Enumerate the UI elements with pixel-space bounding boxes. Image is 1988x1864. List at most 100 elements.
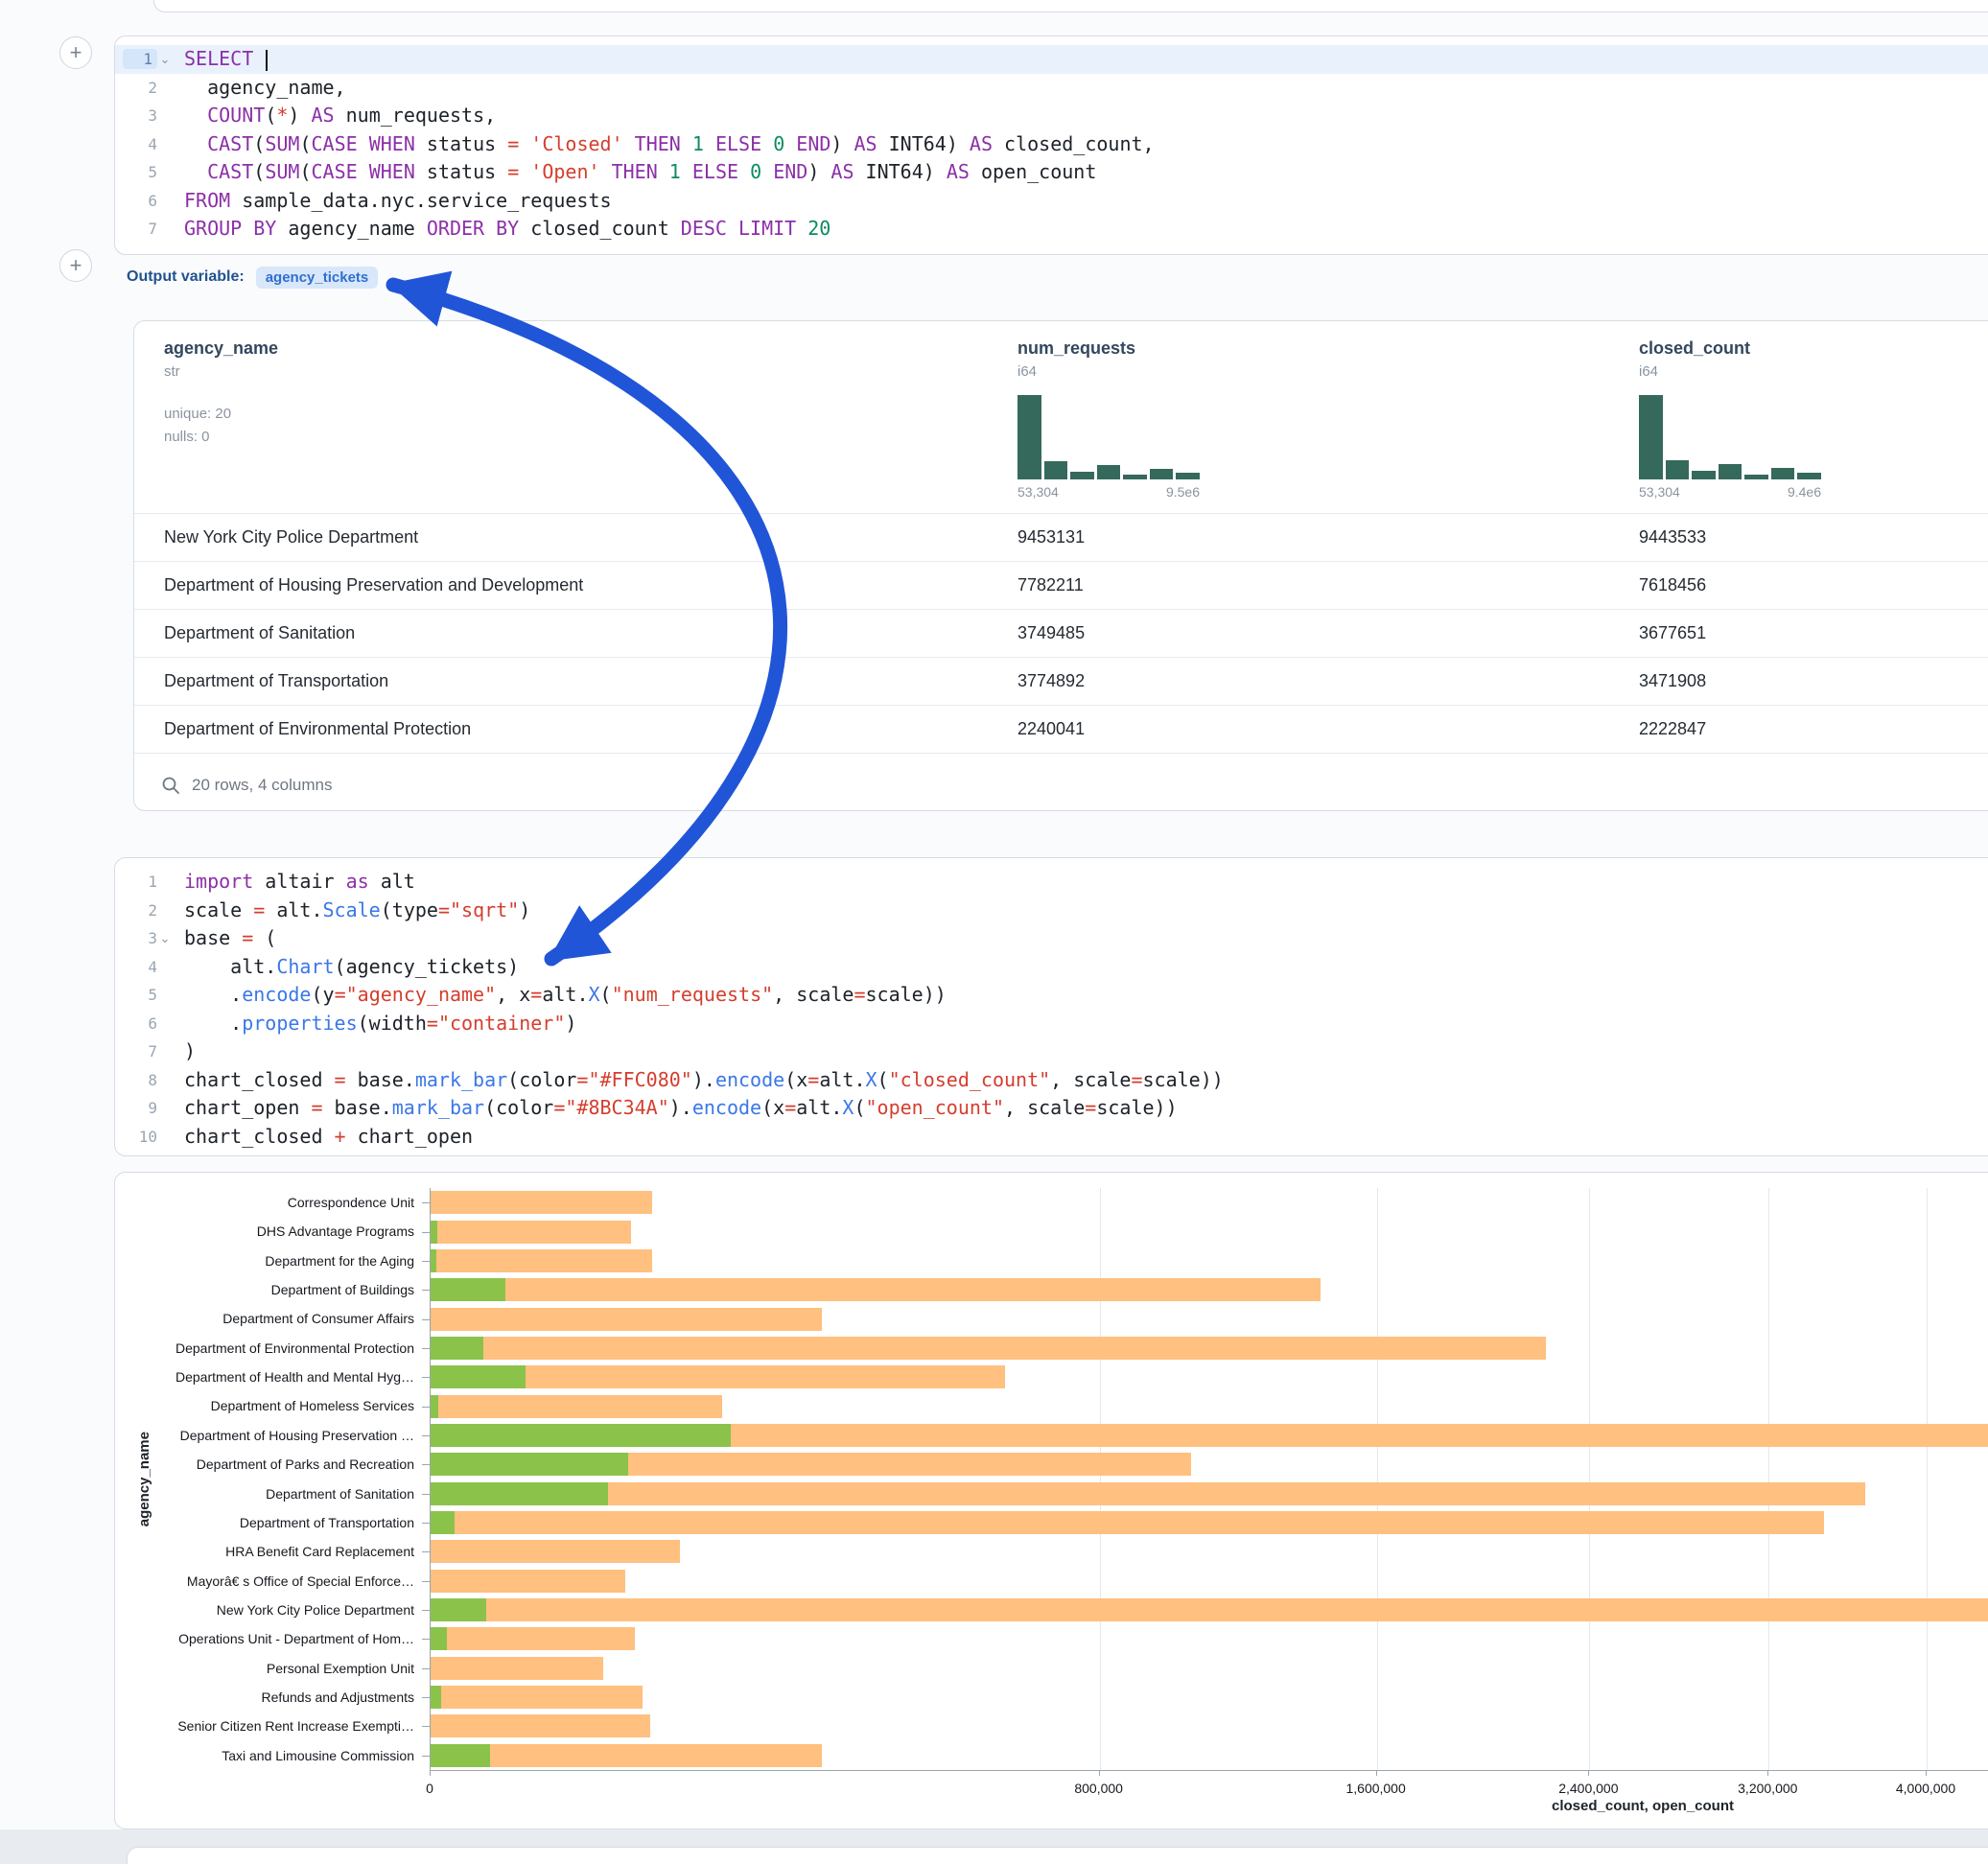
code-text: CAST(SUM(CASE WHEN status = 'Open' THEN … (173, 158, 1096, 187)
search-icon[interactable] (161, 776, 180, 795)
line-number-gutter: 1 (115, 873, 173, 891)
column-name: agency_name (164, 338, 278, 359)
column-histogram (1017, 395, 1200, 479)
histogram-bar (1666, 460, 1690, 479)
fold-chevron-icon[interactable]: ⌄ (157, 931, 173, 946)
code-line[interactable]: 1⌄SELECT (115, 45, 1988, 74)
line-number-gutter: 10 (115, 1128, 173, 1146)
bar-closed-count (431, 1249, 652, 1272)
code-line[interactable]: 6FROM sample_data.nyc.service_requests (115, 187, 1988, 216)
y-axis-label: Department of Consumer Affairs (115, 1304, 414, 1333)
line-number: 2 (132, 79, 157, 97)
code-line[interactable]: 3⌄base = ( (115, 924, 1988, 953)
code-line[interactable]: 5 CAST(SUM(CASE WHEN status = 'Open' THE… (115, 158, 1988, 187)
bar-closed-count (431, 1278, 1321, 1301)
code-line[interactable]: 8chart_closed = base.mark_bar(color="#FF… (115, 1066, 1988, 1095)
bar-open-count (431, 1221, 437, 1244)
table-row: Department of Environmental Protection22… (134, 705, 1988, 754)
bar-closed-count (431, 1540, 680, 1563)
histogram-max-label: 9.4e6 (1788, 484, 1821, 500)
line-number: 3 (132, 106, 157, 125)
bar-closed-count (431, 1511, 1824, 1534)
code-line[interactable]: 5 .encode(y="agency_name", x=alt.X("num_… (115, 981, 1988, 1010)
y-axis-tick (422, 1726, 430, 1727)
line-number-gutter: 5 (115, 986, 173, 1004)
output-variable-label: Output variable: (127, 268, 245, 286)
code-line[interactable]: 7) (115, 1037, 1988, 1066)
code-line[interactable]: 6 .properties(width="container") (115, 1010, 1988, 1038)
code-text: import altair as alt (173, 868, 415, 897)
histogram-bar (1771, 468, 1795, 479)
code-line[interactable]: 1import altair as alt (115, 868, 1988, 897)
code-text: agency_name, (173, 74, 346, 103)
y-axis-label: Department of Sanitation (115, 1480, 414, 1508)
add-cell-button-middle[interactable]: + (59, 249, 92, 282)
add-cell-button-top[interactable]: + (59, 36, 92, 69)
table-header: agency_namestrunique: 20nulls: 0num_requ… (134, 321, 1988, 513)
python-editor[interactable]: 1import altair as alt2scale = alt.Scale(… (115, 868, 1988, 1151)
y-axis-label: New York City Police Department (115, 1596, 414, 1624)
gridline (1100, 1188, 1101, 1770)
table-footer: 20 rows, 4 columns (161, 776, 332, 795)
line-number-gutter: 4 (115, 958, 173, 976)
line-number-gutter: 3⌄ (115, 929, 173, 947)
y-axis-labels: Correspondence UnitDHS Advantage Program… (115, 1188, 430, 1770)
y-axis-label: Senior Citizen Rent Increase Exempti… (115, 1712, 414, 1740)
line-number: 6 (132, 1014, 157, 1033)
y-axis-tick (422, 1610, 430, 1611)
line-number-gutter: 7 (115, 1042, 173, 1060)
line-number: 5 (132, 986, 157, 1004)
y-axis-label: Department for the Aging (115, 1247, 414, 1275)
bar-open-count (431, 1686, 441, 1709)
y-axis-tick (422, 1639, 430, 1640)
y-axis-tick (422, 1551, 430, 1552)
line-number: 4 (132, 135, 157, 153)
table-cell: 3677651 (1639, 610, 1706, 657)
output-variable-chip[interactable]: agency_tickets (256, 267, 379, 289)
line-number: 3 (132, 929, 157, 947)
code-text: chart_closed = base.mark_bar(color="#FFC… (173, 1066, 1224, 1095)
code-line[interactable]: 2 agency_name, (115, 74, 1988, 103)
y-axis-label: Department of Buildings (115, 1275, 414, 1304)
histogram-min-label: 53,304 (1639, 484, 1680, 500)
code-line[interactable]: 7GROUP BY agency_name ORDER BY closed_co… (115, 215, 1988, 244)
line-number-gutter: 3 (115, 106, 173, 125)
line-number-gutter: 9 (115, 1099, 173, 1117)
bar-closed-count (431, 1337, 1546, 1360)
histogram-bar (1744, 475, 1768, 479)
column-type: i64 (1017, 363, 1200, 380)
code-line[interactable]: 10chart_closed + chart_open (115, 1123, 1988, 1152)
code-line[interactable]: 4 alt.Chart(agency_tickets) (115, 953, 1988, 982)
table-cell: New York City Police Department (164, 514, 418, 561)
histogram-bar (1123, 475, 1147, 479)
fold-chevron-icon[interactable]: ⌄ (157, 52, 173, 67)
histogram-max-label: 9.5e6 (1166, 484, 1200, 500)
table-cell: Department of Housing Preservation and D… (164, 562, 583, 609)
bar-open-count (431, 1511, 455, 1534)
bar-open-count (431, 1453, 628, 1476)
code-line[interactable]: 2scale = alt.Scale(type="sqrt") (115, 897, 1988, 925)
code-line[interactable]: 3 COUNT(*) AS num_requests, (115, 102, 1988, 130)
code-line[interactable]: 9chart_open = base.mark_bar(color="#8BC3… (115, 1094, 1988, 1123)
y-axis-label: Mayorâ€ s Office of Special Enforce… (115, 1567, 414, 1596)
column-header-agency_name: agency_namestrunique: 20nulls: 0 (164, 338, 278, 449)
y-axis-tick (422, 1494, 430, 1495)
histogram-bar (1070, 472, 1094, 479)
x-tick-label: 4,000,000 (1896, 1781, 1955, 1796)
code-line[interactable]: 4 CAST(SUM(CASE WHEN status = 'Closed' T… (115, 130, 1988, 159)
histogram-bar (1044, 461, 1068, 479)
line-number: 7 (132, 1042, 157, 1060)
bar-open-count (431, 1627, 447, 1650)
sql-editor[interactable]: 1⌄SELECT 2 agency_name,3 COUNT(*) AS num… (115, 45, 1988, 244)
x-tick-label: 800,000 (1074, 1781, 1123, 1796)
code-text: COUNT(*) AS num_requests, (173, 102, 496, 130)
table-rows: New York City Police Department945313194… (134, 513, 1988, 754)
y-axis-tick (422, 1377, 430, 1378)
bar-open-count (431, 1424, 731, 1447)
histogram-bar (1719, 464, 1742, 479)
next-cell-edge (127, 1847, 1988, 1864)
table-cell: Department of Sanitation (164, 610, 355, 657)
code-text: chart_closed + chart_open (173, 1123, 473, 1152)
bar-open-count (431, 1278, 505, 1301)
column-type: i64 (1639, 363, 1821, 380)
